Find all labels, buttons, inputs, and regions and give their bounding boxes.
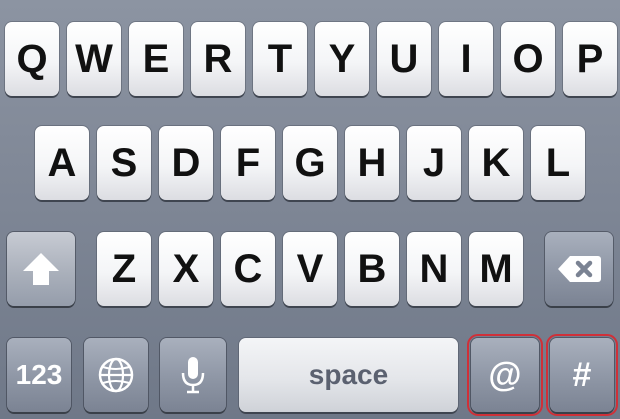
key-d[interactable]: D xyxy=(159,126,213,200)
key-label: X xyxy=(172,247,200,291)
key-label: R xyxy=(203,37,233,81)
key-label: I xyxy=(460,37,472,81)
key-label: E xyxy=(142,37,170,81)
space-key[interactable]: space xyxy=(239,338,458,412)
key-label: Y xyxy=(328,37,356,81)
at-key-label: @ xyxy=(488,356,522,394)
key-label: H xyxy=(357,141,387,185)
key-e[interactable]: E xyxy=(129,22,183,96)
key-y[interactable]: Y xyxy=(315,22,369,96)
key-label: S xyxy=(110,141,138,185)
key-x[interactable]: X xyxy=(159,232,213,306)
key-label: N xyxy=(419,247,449,291)
key-label: P xyxy=(576,37,604,81)
space-key-label: space xyxy=(308,359,389,390)
globe-key[interactable] xyxy=(84,338,148,412)
key-r[interactable]: R xyxy=(191,22,245,96)
key-label: L xyxy=(545,141,571,185)
key-p[interactable]: P xyxy=(563,22,617,96)
key-label: O xyxy=(512,37,544,81)
key-label: K xyxy=(481,141,511,185)
key-label: A xyxy=(47,141,77,185)
key-label: B xyxy=(357,247,387,291)
key-label: M xyxy=(479,247,513,291)
key-label: Z xyxy=(111,247,137,291)
key-label: J xyxy=(422,141,446,185)
numbers-key-label: 123 xyxy=(15,359,63,390)
key-h[interactable]: H xyxy=(345,126,399,200)
key-o[interactable]: O xyxy=(501,22,555,96)
hash-key-label: # xyxy=(572,356,592,394)
microphone-key[interactable] xyxy=(160,338,226,412)
key-v[interactable]: V xyxy=(283,232,337,306)
key-label: V xyxy=(296,247,324,291)
key-m[interactable]: M xyxy=(469,232,523,306)
key-a[interactable]: A xyxy=(35,126,89,200)
key-s[interactable]: S xyxy=(97,126,151,200)
hash-key[interactable]: # xyxy=(546,334,618,416)
key-label: T xyxy=(267,37,293,81)
key-label: C xyxy=(233,247,263,291)
key-label: G xyxy=(294,141,326,185)
globe-icon xyxy=(98,357,134,393)
shift-arrow-icon xyxy=(23,253,59,285)
key-w[interactable]: W xyxy=(67,22,121,96)
shift-key[interactable] xyxy=(7,232,75,306)
key-z[interactable]: Z xyxy=(97,232,151,306)
at-key[interactable]: @ xyxy=(467,334,543,416)
backspace-key[interactable] xyxy=(545,232,613,306)
key-u[interactable]: U xyxy=(377,22,431,96)
key-label: D xyxy=(171,141,201,185)
numbers-key[interactable]: 123 xyxy=(7,338,71,412)
key-t[interactable]: T xyxy=(253,22,307,96)
key-k[interactable]: K xyxy=(469,126,523,200)
key-j[interactable]: J xyxy=(407,126,461,200)
key-g[interactable]: G xyxy=(283,126,337,200)
key-i[interactable]: I xyxy=(439,22,493,96)
microphone-icon xyxy=(181,357,205,394)
key-label: W xyxy=(75,37,113,81)
key-label: Q xyxy=(16,37,48,81)
key-label: U xyxy=(389,37,419,81)
key-c[interactable]: C xyxy=(221,232,275,306)
key-n[interactable]: N xyxy=(407,232,461,306)
onscreen-keyboard: Q W E R T Y U I O P A S D F G H J K L Z … xyxy=(0,0,620,419)
backspace-icon xyxy=(558,256,601,282)
key-f[interactable]: F xyxy=(221,126,275,200)
key-b[interactable]: B xyxy=(345,232,399,306)
key-label: F xyxy=(235,141,261,185)
key-l[interactable]: L xyxy=(531,126,585,200)
key-q[interactable]: Q xyxy=(5,22,59,96)
